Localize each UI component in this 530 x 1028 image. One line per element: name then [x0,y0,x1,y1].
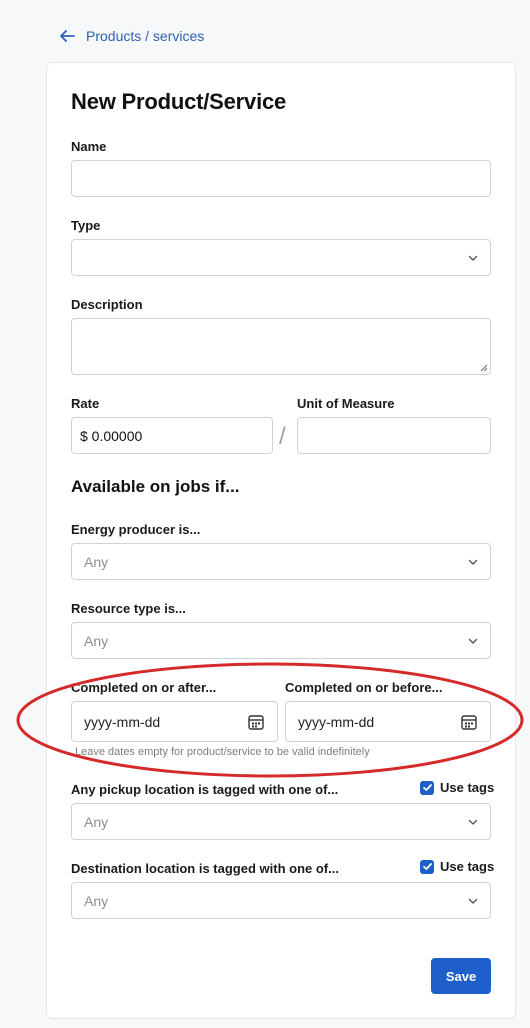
resource-type-label: Resource type is... [71,601,186,616]
description-label: Description [71,297,143,312]
description-textarea[interactable] [71,318,491,375]
chevron-down-icon [468,255,478,261]
use-tags-checkbox[interactable] [420,859,434,874]
type-label: Type [71,218,101,233]
pickup-location-label: Any pickup location is tagged with one o… [71,782,339,797]
pickup-location-value: Any [84,813,109,830]
resource-type-value: Any [84,632,109,649]
back-link-label: Products / services [86,28,205,44]
rate-value: $ 0.00000 [80,427,143,444]
use-tags-label: Use tags [440,859,495,874]
completed-after-label: Completed on or after... [71,680,217,695]
product-form-card: New Product/Service Name Type Descriptio… [46,62,516,1019]
page-title: New Product/Service [71,89,287,114]
chevron-down-icon [468,819,478,825]
destination-location-select[interactable]: Any [71,882,491,919]
chevron-down-icon [468,559,478,565]
chevron-down-icon [468,898,478,904]
availability-heading: Available on jobs if... [71,477,240,496]
type-select[interactable] [71,239,491,276]
date-hint: Leave dates empty for product/service to… [75,746,370,758]
resize-grip-icon[interactable] [480,364,488,372]
resource-type-select[interactable]: Any [71,622,491,659]
use-tags-checkbox[interactable] [420,780,434,795]
calendar-icon[interactable] [247,713,265,731]
arrow-left-icon [60,30,75,42]
energy-producer-select[interactable]: Any [71,543,491,580]
rate-separator: / [279,423,286,450]
rate-input[interactable]: $ 0.00000 [71,417,273,454]
use-tags-label: Use tags [440,780,495,795]
checkmark-icon [422,863,432,870]
completed-before-placeholder: yyyy-mm-dd [298,713,375,730]
back-link[interactable]: Products / services [58,24,204,48]
destination-location-label: Destination location is tagged with one … [71,861,339,876]
completed-after-input[interactable]: yyyy-mm-dd [71,701,278,742]
destination-location-value: Any [84,892,109,909]
energy-producer-label: Energy producer is... [71,522,201,537]
name-input[interactable] [71,160,491,197]
rate-label: Rate [71,396,100,411]
completed-after-placeholder: yyyy-mm-dd [84,713,161,730]
save-button[interactable]: Save [431,958,491,994]
energy-producer-value: Any [84,553,109,570]
checkmark-icon [422,784,432,791]
unit-of-measure-label: Unit of Measure [297,396,395,411]
pickup-use-tags-toggle[interactable]: Use tags [420,780,494,795]
chevron-down-icon [468,638,478,644]
completed-before-input[interactable]: yyyy-mm-dd [285,701,491,742]
destination-use-tags-toggle[interactable]: Use tags [420,859,494,874]
name-label: Name [71,139,107,154]
unit-of-measure-input[interactable] [297,417,491,454]
pickup-location-select[interactable]: Any [71,803,491,840]
completed-before-label: Completed on or before... [285,680,443,695]
calendar-icon[interactable] [460,713,478,731]
